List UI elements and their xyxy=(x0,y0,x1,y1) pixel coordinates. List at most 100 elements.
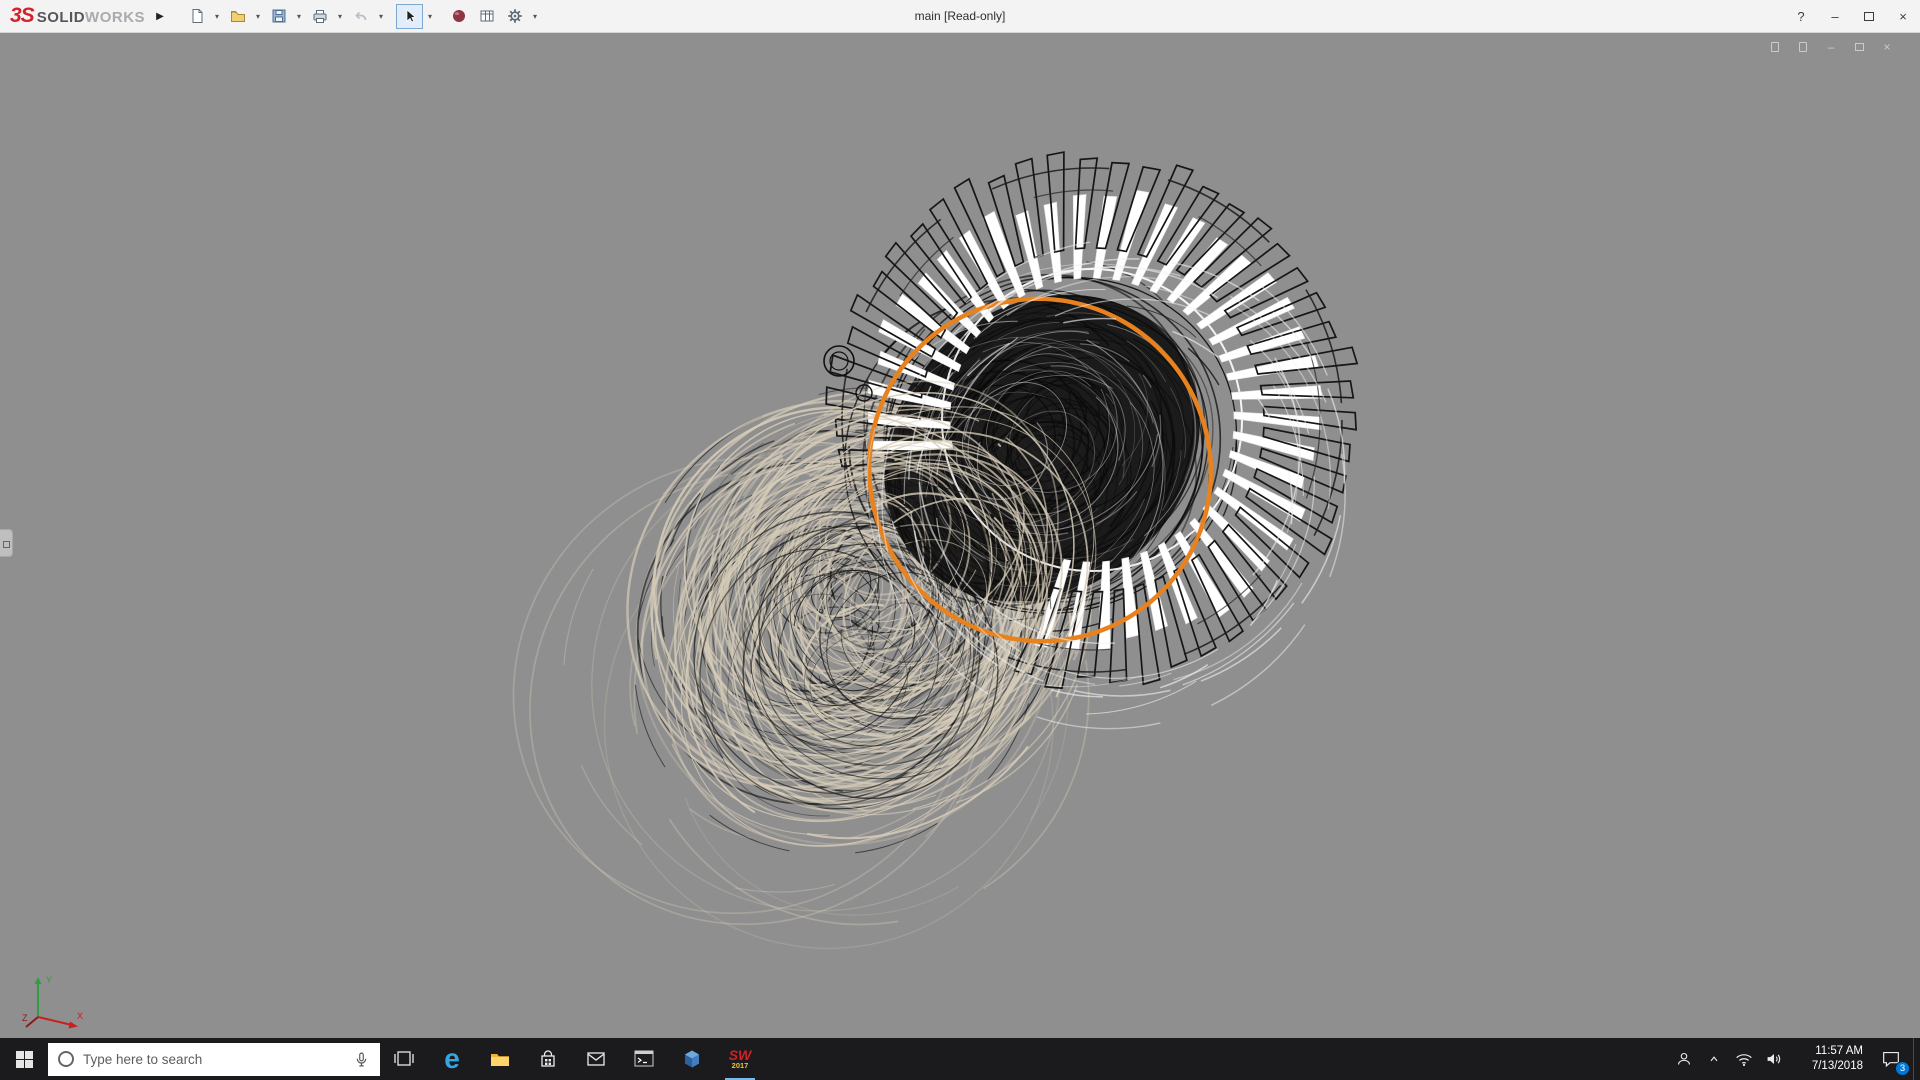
window-controls: ? – × xyxy=(1784,0,1920,32)
engine-wireframe-model[interactable] xyxy=(0,33,1920,1038)
left-panel-flyout-tab[interactable] xyxy=(0,529,13,557)
triad-y-arrow xyxy=(34,977,42,984)
new-document-dropdown[interactable]: ▾ xyxy=(211,4,223,28)
document-restore-button[interactable] xyxy=(1850,39,1868,55)
solidworks-app-icon: SW xyxy=(728,1047,752,1063)
document-close-button[interactable]: × xyxy=(1878,39,1896,55)
solidworks-logo: 3S SOLID WORKS xyxy=(0,4,151,28)
taskbar-clock[interactable]: 11:57 AM 7/13/2018 xyxy=(1789,1044,1869,1074)
clock-time: 11:57 AM xyxy=(1815,1045,1863,1057)
show-desktop-button[interactable] xyxy=(1913,1038,1920,1080)
maximize-icon xyxy=(1864,11,1874,21)
document-pane-icon[interactable] xyxy=(1766,39,1784,55)
chevron-down-icon: ▾ xyxy=(297,11,302,21)
start-button[interactable] xyxy=(0,1038,48,1080)
minimize-icon: – xyxy=(1831,8,1839,24)
close-icon: × xyxy=(1899,8,1907,24)
select-dropdown[interactable]: ▾ xyxy=(424,4,436,28)
undo-dropdown[interactable]: ▾ xyxy=(375,4,387,28)
triad-x-label: X xyxy=(77,1011,83,1021)
save-button[interactable] xyxy=(265,4,292,29)
volume-button[interactable] xyxy=(1759,1038,1789,1080)
people-button[interactable] xyxy=(1669,1038,1699,1080)
print-dropdown[interactable]: ▾ xyxy=(334,4,346,28)
chevron-down-icon: ▾ xyxy=(428,11,433,21)
select-button[interactable] xyxy=(396,3,424,29)
help-button[interactable]: ? xyxy=(1784,0,1818,32)
undo-button[interactable] xyxy=(347,4,374,29)
triad-y-label: Y xyxy=(46,975,52,985)
appearance-sphere-icon xyxy=(452,10,465,22)
network-wifi-icon xyxy=(1736,1054,1752,1067)
file-explorer-button[interactable] xyxy=(476,1038,524,1080)
windows-logo-icon xyxy=(15,1050,33,1068)
triad-z-label: Z xyxy=(22,1013,28,1023)
cortana-icon xyxy=(58,1051,74,1067)
edge-icon: e xyxy=(444,1043,460,1074)
task-view-button[interactable] xyxy=(380,1038,428,1080)
solidworks-year-label: 2017 xyxy=(731,1061,749,1070)
reference-triad: Y X Z xyxy=(22,975,83,1029)
edge-browser-button[interactable]: e xyxy=(428,1038,476,1080)
open-button[interactable] xyxy=(224,4,251,29)
maximize-button[interactable] xyxy=(1852,0,1886,32)
options-dropdown[interactable]: ▾ xyxy=(529,4,541,28)
appearance-button[interactable] xyxy=(445,4,472,29)
task-view-icon xyxy=(394,1051,414,1066)
command-prompt-button[interactable] xyxy=(620,1038,668,1080)
chevron-down-icon: ▾ xyxy=(338,11,343,21)
3ds-logo-mark: 3S xyxy=(10,4,35,27)
new-document-button[interactable] xyxy=(183,4,210,29)
save-floppy-icon xyxy=(272,9,286,23)
solidworks-app-button[interactable]: SW 2017 xyxy=(716,1038,764,1080)
document-minimize-button[interactable]: – xyxy=(1822,39,1840,55)
taskbar-search[interactable]: Type here to search xyxy=(48,1042,380,1076)
document-pane-icon-2[interactable] xyxy=(1794,39,1812,55)
hidden-icons-button[interactable] xyxy=(1699,1038,1729,1080)
design-table-icon xyxy=(480,10,494,22)
chevron-down-icon: ▾ xyxy=(379,11,384,21)
search-placeholder-text: Type here to search xyxy=(83,1051,203,1067)
titlebar: 3S SOLID WORKS ▶ ▾ ▾ ▾ ▾ ▾ ▾ ▾ main [Rea… xyxy=(0,0,1920,33)
graphics-viewport[interactable]: – × Y X Z *Dimetric xyxy=(0,33,1920,1038)
open-folder-icon xyxy=(230,11,245,22)
print-button[interactable] xyxy=(306,4,333,29)
mail-button[interactable] xyxy=(572,1038,620,1080)
store-bag-icon xyxy=(541,1050,555,1067)
notification-badge: 3 xyxy=(1895,1061,1910,1076)
mail-envelope-icon xyxy=(587,1052,605,1066)
store-button[interactable] xyxy=(524,1038,572,1080)
triad-x-axis xyxy=(37,1016,73,1026)
save-dropdown[interactable]: ▾ xyxy=(293,4,305,28)
flyout-arrow-icon: ▶ xyxy=(156,10,164,22)
microphone-icon[interactable] xyxy=(353,1051,370,1068)
toolbar-flyout-arrow[interactable]: ▶ xyxy=(151,4,169,28)
restore-icon xyxy=(1854,43,1864,51)
chevron-down-icon: ▾ xyxy=(256,11,261,21)
system-tray: 11:57 AM 7/13/2018 3 xyxy=(1669,1038,1920,1080)
3d-cube-icon xyxy=(685,1050,699,1068)
brand-solid-text: SOLID xyxy=(36,9,86,26)
open-dropdown[interactable]: ▾ xyxy=(252,4,264,28)
3d-viewer-button[interactable] xyxy=(668,1038,716,1080)
standard-toolbar: ▾ ▾ ▾ ▾ ▾ ▾ ▾ xyxy=(183,3,541,29)
minimize-button[interactable]: – xyxy=(1818,0,1852,32)
action-center-button[interactable]: 3 xyxy=(1869,1038,1913,1080)
design-table-button[interactable] xyxy=(473,4,500,29)
options-button[interactable] xyxy=(501,4,528,29)
new-document-icon xyxy=(192,9,203,23)
help-icon: ? xyxy=(1797,8,1805,24)
select-cursor-icon xyxy=(406,9,416,23)
chevron-up-icon xyxy=(1710,1056,1718,1062)
chevron-down-icon: ▾ xyxy=(533,11,538,21)
network-button[interactable] xyxy=(1729,1038,1759,1080)
triad-z-axis xyxy=(25,1016,39,1028)
command-prompt-icon xyxy=(634,1050,654,1067)
page-icon xyxy=(1771,42,1779,52)
speaker-icon xyxy=(1767,1053,1781,1065)
triad-x-arrow xyxy=(68,1021,78,1029)
chevron-down-icon: ▾ xyxy=(215,11,220,21)
close-button[interactable]: × xyxy=(1886,0,1920,32)
file-explorer-icon xyxy=(491,1054,509,1066)
page-icon xyxy=(1799,42,1807,52)
